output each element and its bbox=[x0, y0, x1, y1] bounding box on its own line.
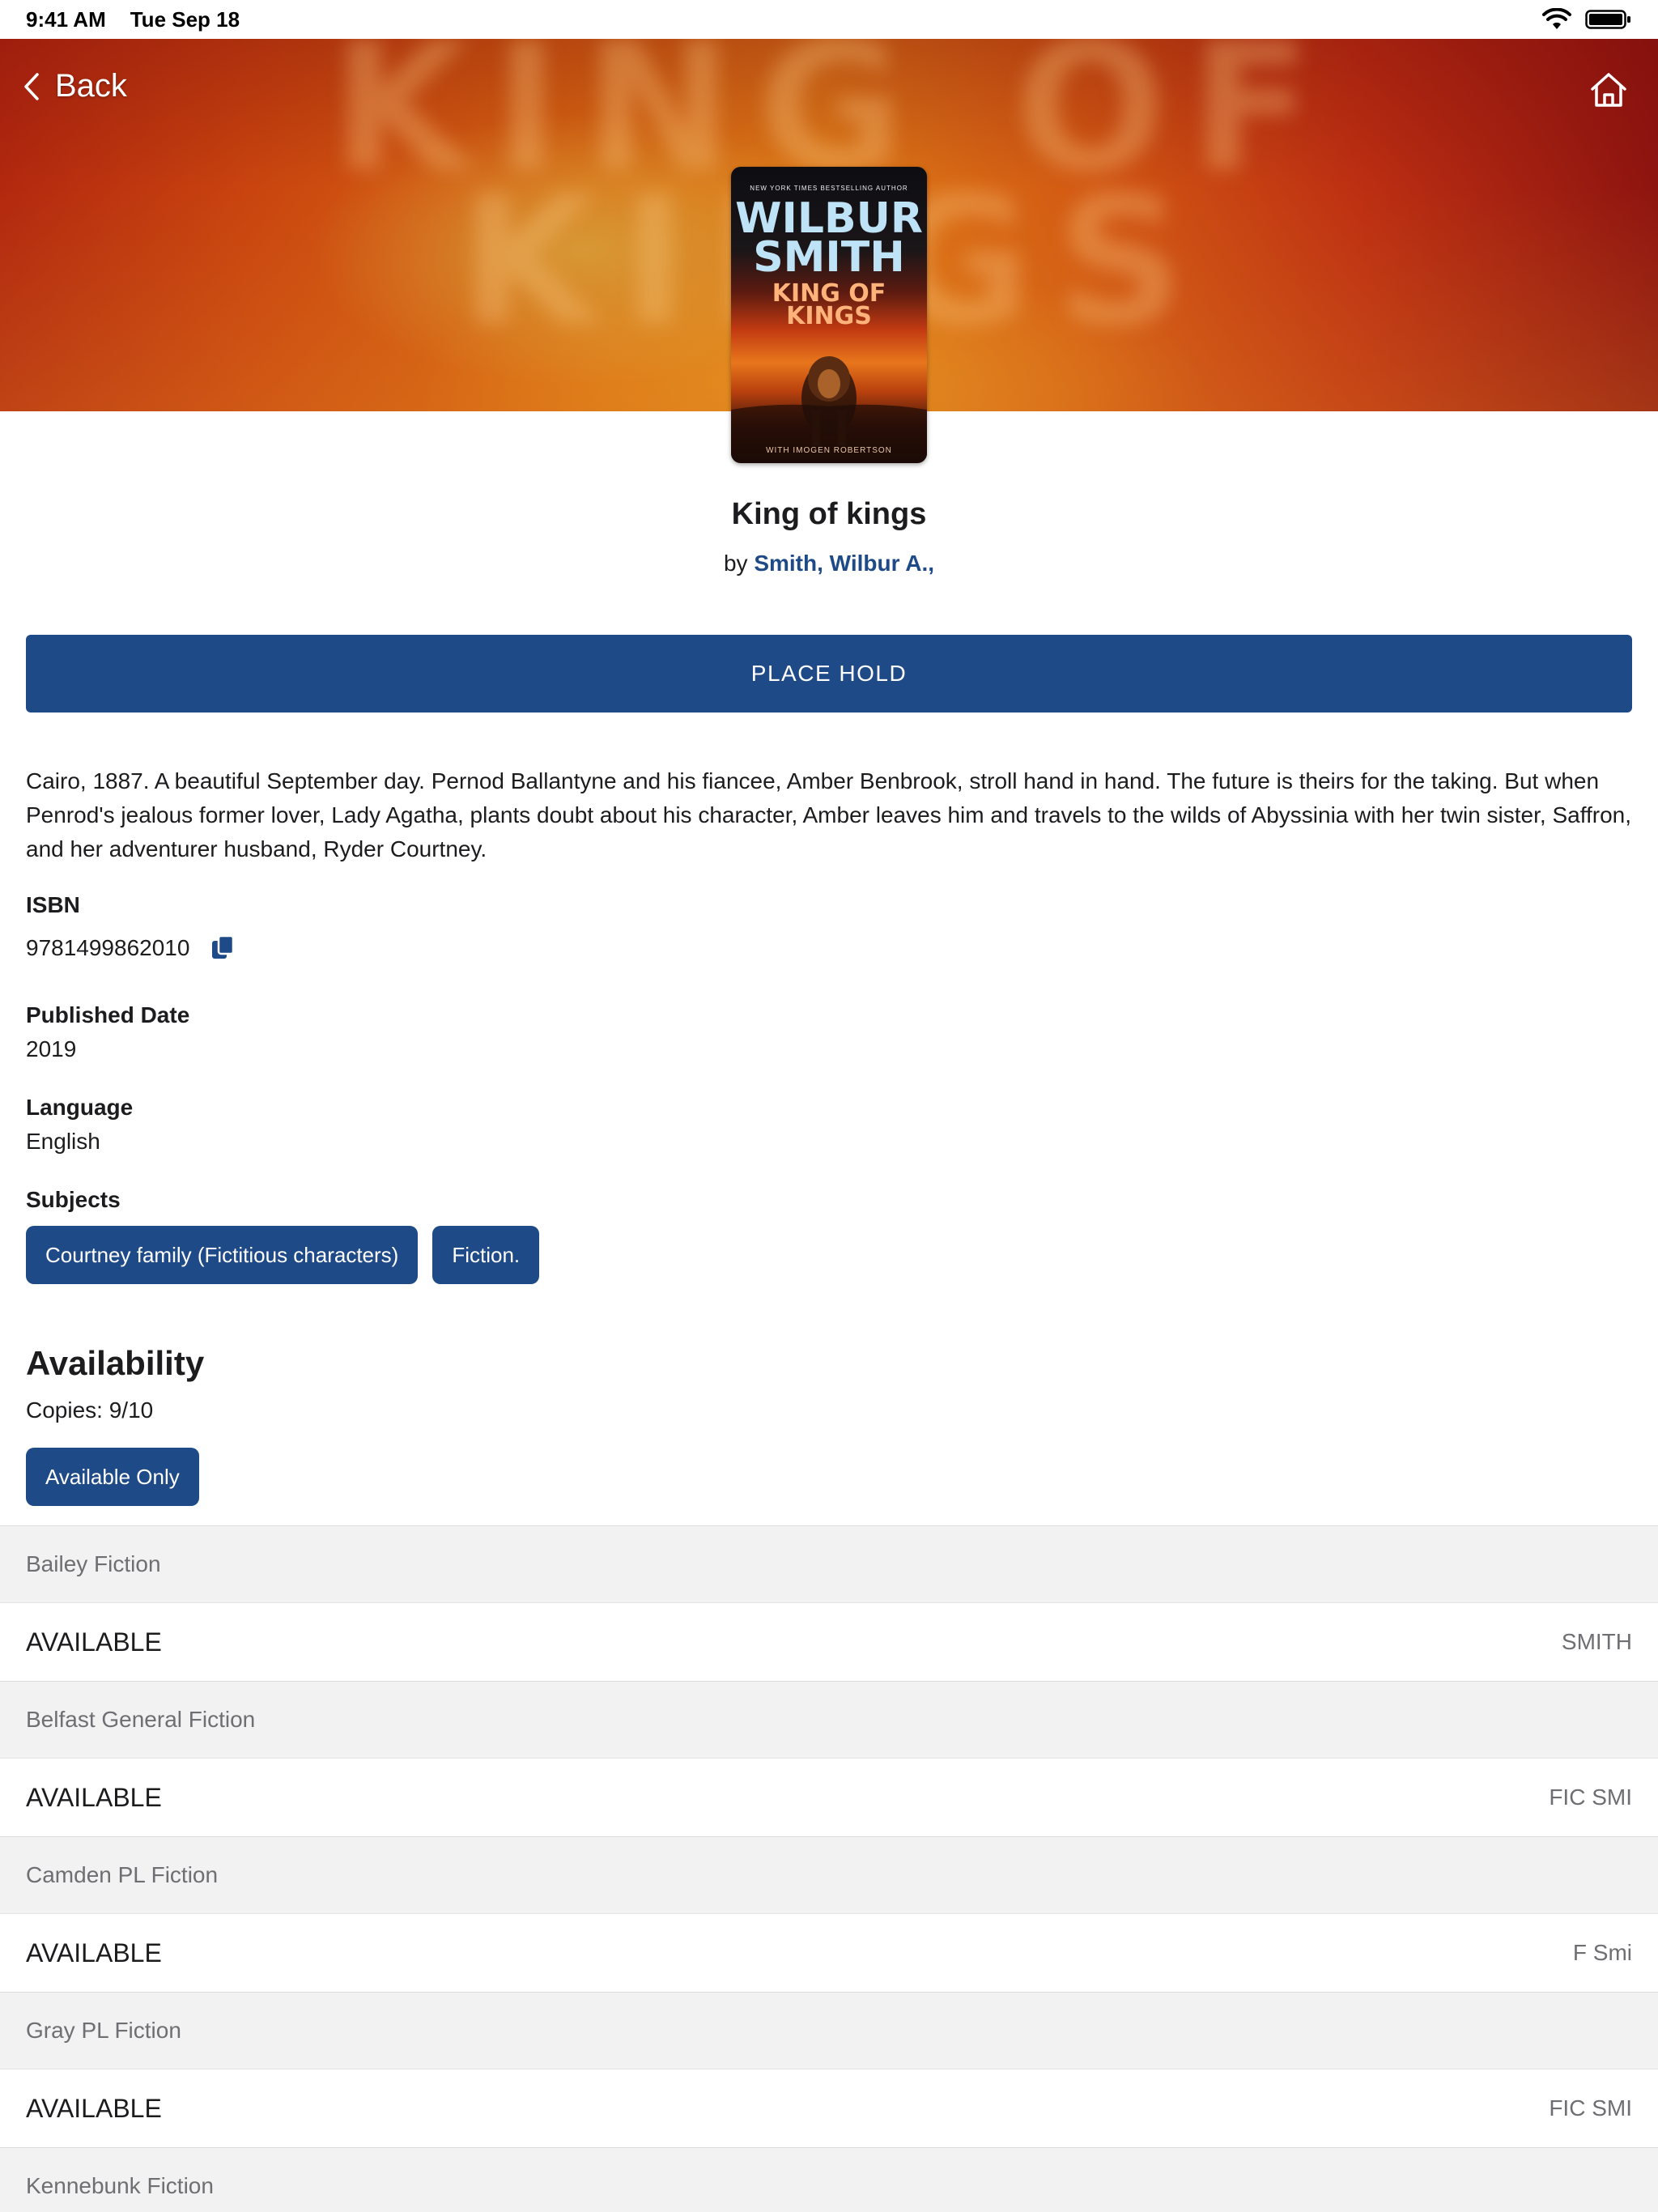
holding-status: AVAILABLE bbox=[26, 1782, 162, 1812]
book-detail-page: 9:41 AM Tue Sep 18 KING OF KINGS Back bbox=[0, 0, 1658, 2212]
location-name: Bailey Fiction bbox=[26, 1551, 161, 1576]
holding-row[interactable]: AVAILABLE FIC SMI bbox=[0, 2069, 1658, 2147]
call-number: SMITH bbox=[1561, 1629, 1632, 1654]
holding-status: AVAILABLE bbox=[26, 1938, 162, 1967]
language-value: English bbox=[26, 1129, 100, 1154]
isbn-label: ISBN bbox=[26, 892, 80, 917]
subjects-label: Subjects bbox=[26, 1187, 121, 1212]
cover-byline: WITH IMOGEN ROBERTSON bbox=[766, 446, 892, 455]
book-description: Cairo, 1887. A beautiful September day. … bbox=[26, 768, 1632, 861]
copies-count: Copies: 9/10 bbox=[26, 1397, 154, 1423]
wifi-icon bbox=[1542, 8, 1571, 29]
location-header: Belfast General Fiction bbox=[0, 1681, 1658, 1759]
subject-chip[interactable]: Fiction. bbox=[432, 1226, 540, 1284]
location-header: Camden PL Fiction bbox=[0, 1836, 1658, 1914]
chevron-left-icon bbox=[24, 72, 39, 100]
call-number: FIC SMI bbox=[1549, 2095, 1632, 2121]
location-name: Kennebunk Fiction bbox=[26, 2173, 214, 2198]
holding-status: AVAILABLE bbox=[26, 2093, 162, 2123]
back-label: Back bbox=[55, 68, 127, 104]
location-name: Camden PL Fiction bbox=[26, 1862, 219, 1887]
published-date-label: Published Date bbox=[26, 1002, 190, 1027]
holding-row[interactable]: AVAILABLE F Smi bbox=[0, 1914, 1658, 1992]
by-prefix: by bbox=[723, 551, 748, 576]
call-number: F Smi bbox=[1572, 1940, 1632, 1965]
location-name: Belfast General Fiction bbox=[26, 1707, 256, 1732]
subject-chips: Courtney family (Fictitious characters) … bbox=[26, 1226, 540, 1284]
status-bar: 9:41 AM Tue Sep 18 bbox=[0, 0, 1658, 39]
place-hold-button[interactable]: PLACE HOLD bbox=[26, 635, 1632, 713]
call-number: FIC SMI bbox=[1549, 1784, 1632, 1810]
book-title: King of kings bbox=[731, 497, 927, 531]
holding-row[interactable]: AVAILABLE SMITH bbox=[0, 1603, 1658, 1681]
home-icon[interactable] bbox=[1588, 70, 1629, 110]
isbn-row: 9781499862010 bbox=[26, 934, 235, 962]
status-date: Tue Sep 18 bbox=[130, 6, 240, 32]
back-button[interactable]: Back bbox=[23, 68, 127, 104]
holdings-list: Bailey Fiction AVAILABLE SMITH Belfast G… bbox=[0, 1525, 1658, 2212]
status-time: 9:41 AM bbox=[26, 6, 106, 32]
holding-status: AVAILABLE bbox=[26, 1627, 162, 1657]
byline: by Smith, Wilbur A., bbox=[0, 551, 1658, 576]
status-icons bbox=[1541, 8, 1632, 31]
location-header: Bailey Fiction bbox=[0, 1525, 1658, 1603]
isbn-value: 9781499862010 bbox=[26, 935, 190, 960]
location-name: Gray PL Fiction bbox=[26, 2018, 181, 2043]
published-date-value: 2019 bbox=[26, 1036, 77, 1061]
availability-heading: Availability bbox=[26, 1344, 205, 1382]
location-header: Kennebunk Fiction bbox=[0, 2147, 1658, 2212]
author-link[interactable]: Smith, Wilbur A., bbox=[754, 551, 934, 576]
available-only-filter[interactable]: Available Only bbox=[26, 1448, 199, 1506]
subject-chip[interactable]: Courtney family (Fictitious characters) bbox=[26, 1226, 419, 1284]
lion-illustration bbox=[731, 356, 927, 463]
location-header: Gray PL Fiction bbox=[0, 1992, 1658, 2069]
copy-icon[interactable] bbox=[210, 934, 235, 962]
battery-icon bbox=[1585, 10, 1630, 29]
language-label: Language bbox=[26, 1095, 134, 1120]
book-cover: NEW YORK TIMES BESTSELLING AUTHOR WILBUR… bbox=[731, 167, 927, 463]
holding-row[interactable]: AVAILABLE FIC SMI bbox=[0, 1759, 1658, 1836]
